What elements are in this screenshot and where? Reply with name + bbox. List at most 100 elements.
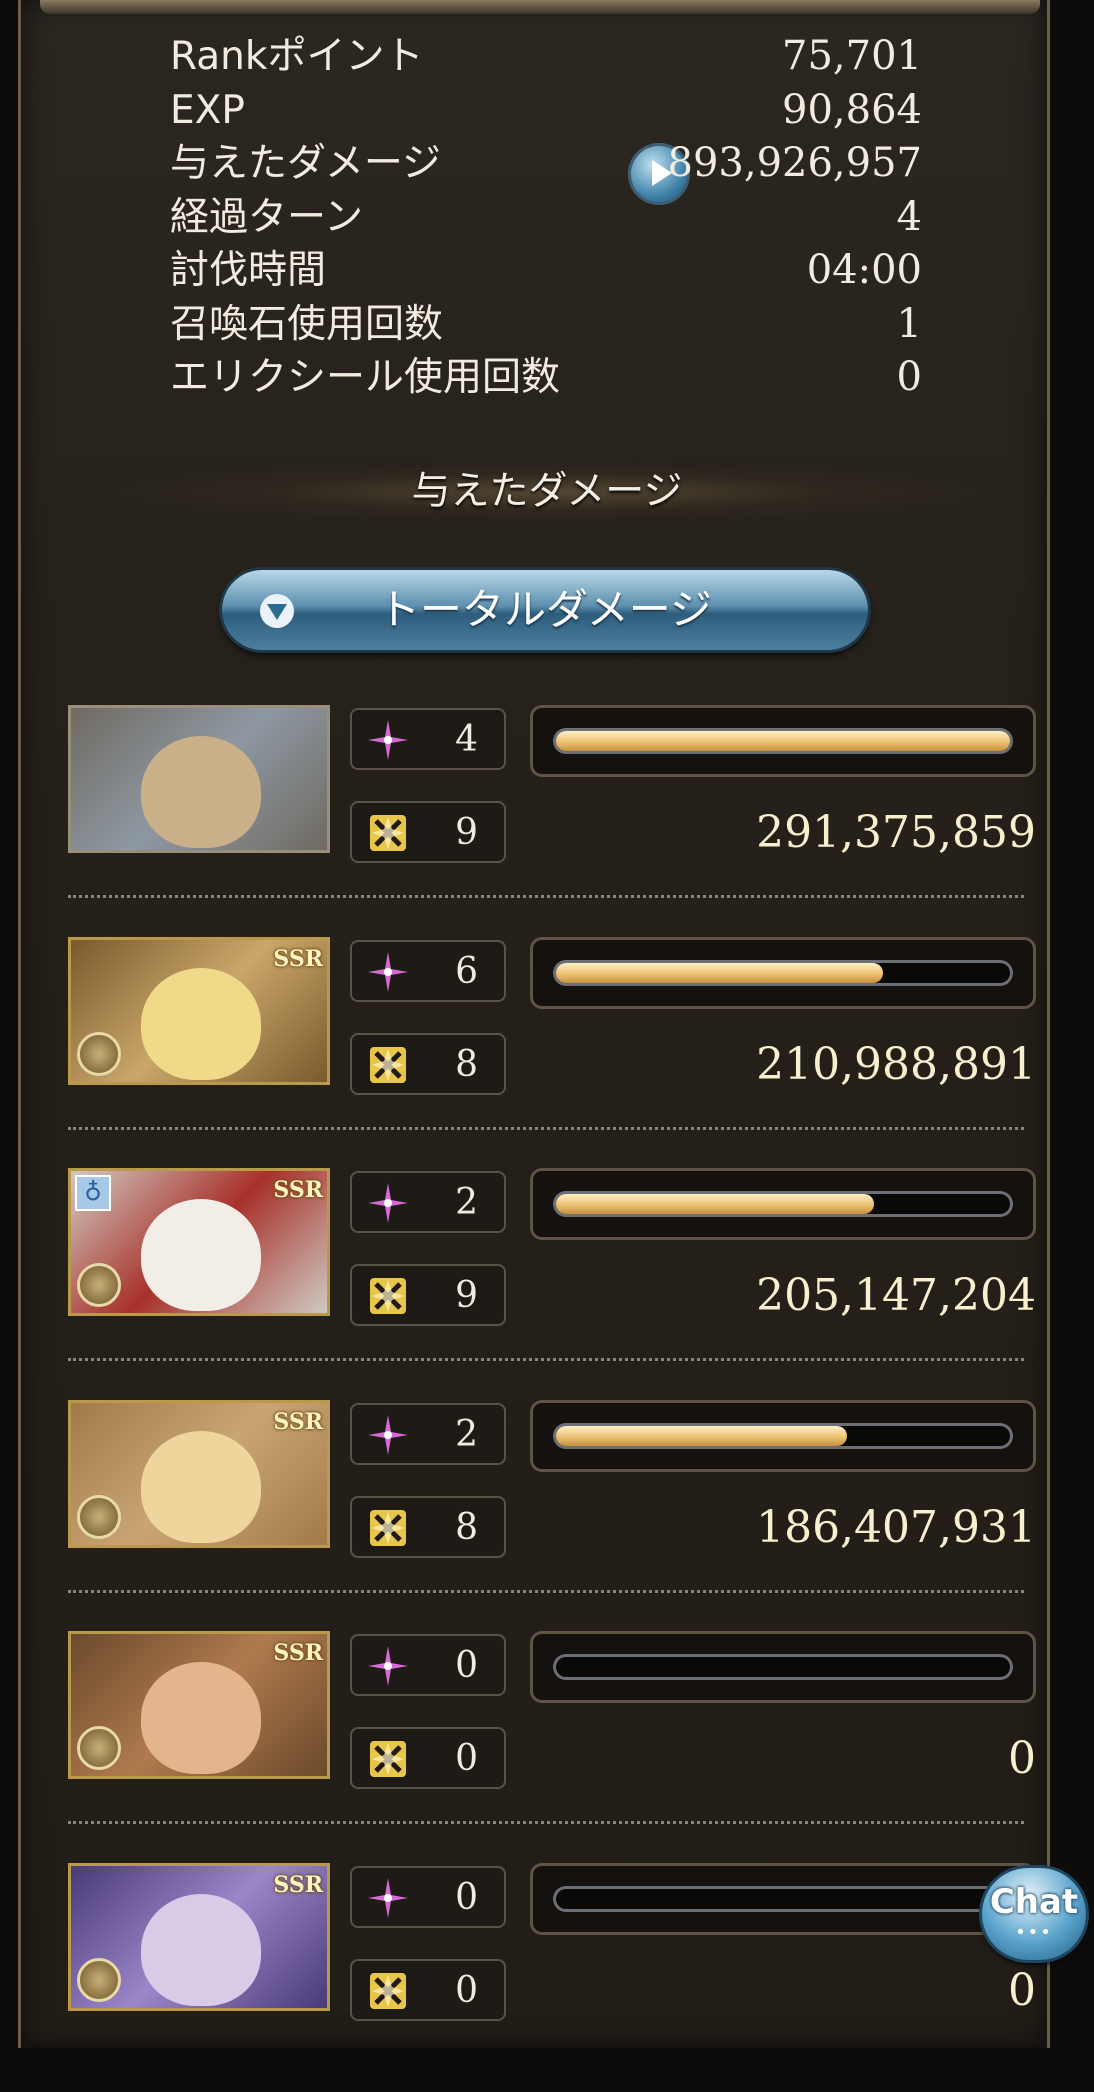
character-portrait[interactable]: ♁ SSR: [68, 1168, 330, 1316]
member-row: SSR 6 8 210,988,891: [68, 935, 1036, 1167]
stat-exp: EXP 90,864: [170, 84, 922, 138]
charge-attack-icon: [366, 1737, 410, 1781]
charge-attack-count-value: 8: [455, 1498, 478, 1558]
damage-bar: [530, 1168, 1036, 1240]
row-divider: [68, 1590, 1024, 1593]
stat-label: エリクシール使用回数: [170, 351, 560, 404]
charge-attack-icon: [366, 1969, 410, 2013]
row-divider: [68, 895, 1024, 898]
damage-bar-track: [553, 1654, 1013, 1680]
damage-bar-track: [553, 960, 1013, 986]
character-portrait[interactable]: SSR: [68, 1631, 330, 1779]
character-face: [141, 1662, 261, 1774]
stat-time: 討伐時間 04:00: [170, 244, 922, 298]
ability-count: 6: [350, 940, 506, 1002]
character-portrait[interactable]: SSR: [68, 937, 330, 1085]
character-face: [141, 1431, 261, 1543]
stat-value: 75,701: [782, 30, 922, 83]
damage-bar: [530, 1631, 1036, 1703]
ability-count: 0: [350, 1866, 506, 1928]
damage-value: 205,147,204: [756, 1266, 1036, 1326]
row-divider: [68, 1127, 1024, 1130]
ability-count: 2: [350, 1403, 506, 1465]
charge-attack-icon: [366, 1043, 410, 1087]
ability-count-value: 0: [455, 1868, 478, 1928]
ring-icon: ♁: [75, 1175, 111, 1211]
damage-value: 0: [1008, 1961, 1036, 2021]
charge-attack-icon: [366, 1274, 410, 1318]
charge-attack-icon: [366, 1506, 410, 1550]
element-icon: [77, 1495, 121, 1539]
stat-value: 893,926,957: [668, 137, 922, 190]
ability-sparkle-icon: [366, 1644, 410, 1688]
element-icon: [77, 1032, 121, 1076]
damage-value: 186,407,931: [756, 1498, 1036, 1558]
ability-count: 0: [350, 1634, 506, 1696]
ability-sparkle-icon: [366, 1413, 410, 1457]
ability-sparkle-icon: [366, 718, 410, 762]
character-face: [141, 1199, 261, 1311]
character-portrait[interactable]: [68, 705, 330, 853]
ssr-badge: SSR: [273, 946, 323, 972]
stat-damage-dealt: 与えたダメージ 893,926,957: [170, 137, 922, 191]
damage-type-dropdown[interactable]: トータルダメージ: [222, 570, 868, 650]
chat-dots-icon: •••: [982, 1922, 1086, 1943]
stat-label: 討伐時間: [170, 244, 326, 297]
damage-bar: [530, 1400, 1036, 1472]
character-face: [141, 1894, 261, 2006]
stat-label: 召喚石使用回数: [170, 298, 443, 351]
member-row: SSR 0 0 0: [68, 1629, 1036, 1861]
character-portrait[interactable]: SSR: [68, 1400, 330, 1548]
stat-value: 04:00: [807, 244, 922, 297]
ability-sparkle-icon: [366, 1181, 410, 1225]
charge-attack-count: 9: [350, 801, 506, 863]
panel-top-ornament: [40, 0, 1040, 14]
damage-bar-fill: [556, 731, 1010, 751]
element-icon: [77, 1958, 121, 2002]
damage-bar-track: [553, 1191, 1013, 1217]
damage-bar-fill: [556, 1194, 874, 1214]
ssr-badge: SSR: [273, 1409, 323, 1435]
charge-attack-count-value: 0: [455, 1961, 478, 2021]
charge-attack-count: 8: [350, 1033, 506, 1095]
stat-label: EXP: [170, 84, 245, 137]
ability-sparkle-icon: [366, 1876, 410, 1920]
ability-count-value: 6: [455, 942, 478, 1002]
section-title: 与えたダメージ: [0, 462, 1094, 522]
damage-value: 210,988,891: [756, 1035, 1036, 1095]
stat-label: Rankポイント: [170, 30, 423, 83]
character-portrait[interactable]: SSR: [68, 1863, 330, 2011]
charge-attack-count-value: 8: [455, 1035, 478, 1095]
charge-attack-count-value: 0: [455, 1729, 478, 1789]
element-icon: [77, 1263, 121, 1307]
damage-bar: [530, 937, 1036, 1009]
damage-bar-fill: [556, 1426, 847, 1446]
damage-bar-track: [553, 1886, 1013, 1912]
stat-summon-uses: 召喚石使用回数 1: [170, 298, 922, 352]
ability-sparkle-icon: [366, 950, 410, 994]
member-damage-list: 49291,375,859SSR68210,988,891♁SSR29205,1…: [68, 703, 1036, 2092]
ssr-badge: SSR: [273, 1640, 323, 1666]
row-divider: [68, 1358, 1024, 1361]
ability-count: 2: [350, 1171, 506, 1233]
stat-value: 4: [897, 191, 922, 244]
member-row: ♁SSR29205,147,204: [68, 1166, 1036, 1398]
stat-value: 1: [897, 298, 922, 351]
dropdown-label: トータルダメージ: [222, 570, 868, 650]
charge-attack-count: 0: [350, 1959, 506, 2021]
member-row: SSR 2 8 186,407,931: [68, 1398, 1036, 1630]
damage-bar-track: [553, 728, 1013, 754]
ability-count-value: 2: [455, 1173, 478, 1233]
chat-button[interactable]: Chat •••: [982, 1868, 1086, 1960]
ability-count-value: 4: [455, 710, 478, 770]
element-icon: [77, 1726, 121, 1770]
damage-value: 0: [1008, 1729, 1036, 1789]
stat-turns: 経過ターン 4: [170, 191, 922, 245]
chat-label: Chat: [982, 1882, 1086, 1922]
stat-elixir-uses: エリクシール使用回数 0: [170, 351, 922, 405]
ssr-badge: SSR: [273, 1872, 323, 1898]
member-row: SSR 0 0 0: [68, 1861, 1036, 2092]
ssr-badge: SSR: [273, 1177, 323, 1203]
ability-count-value: 0: [455, 1636, 478, 1696]
stat-value: 0: [897, 351, 922, 404]
